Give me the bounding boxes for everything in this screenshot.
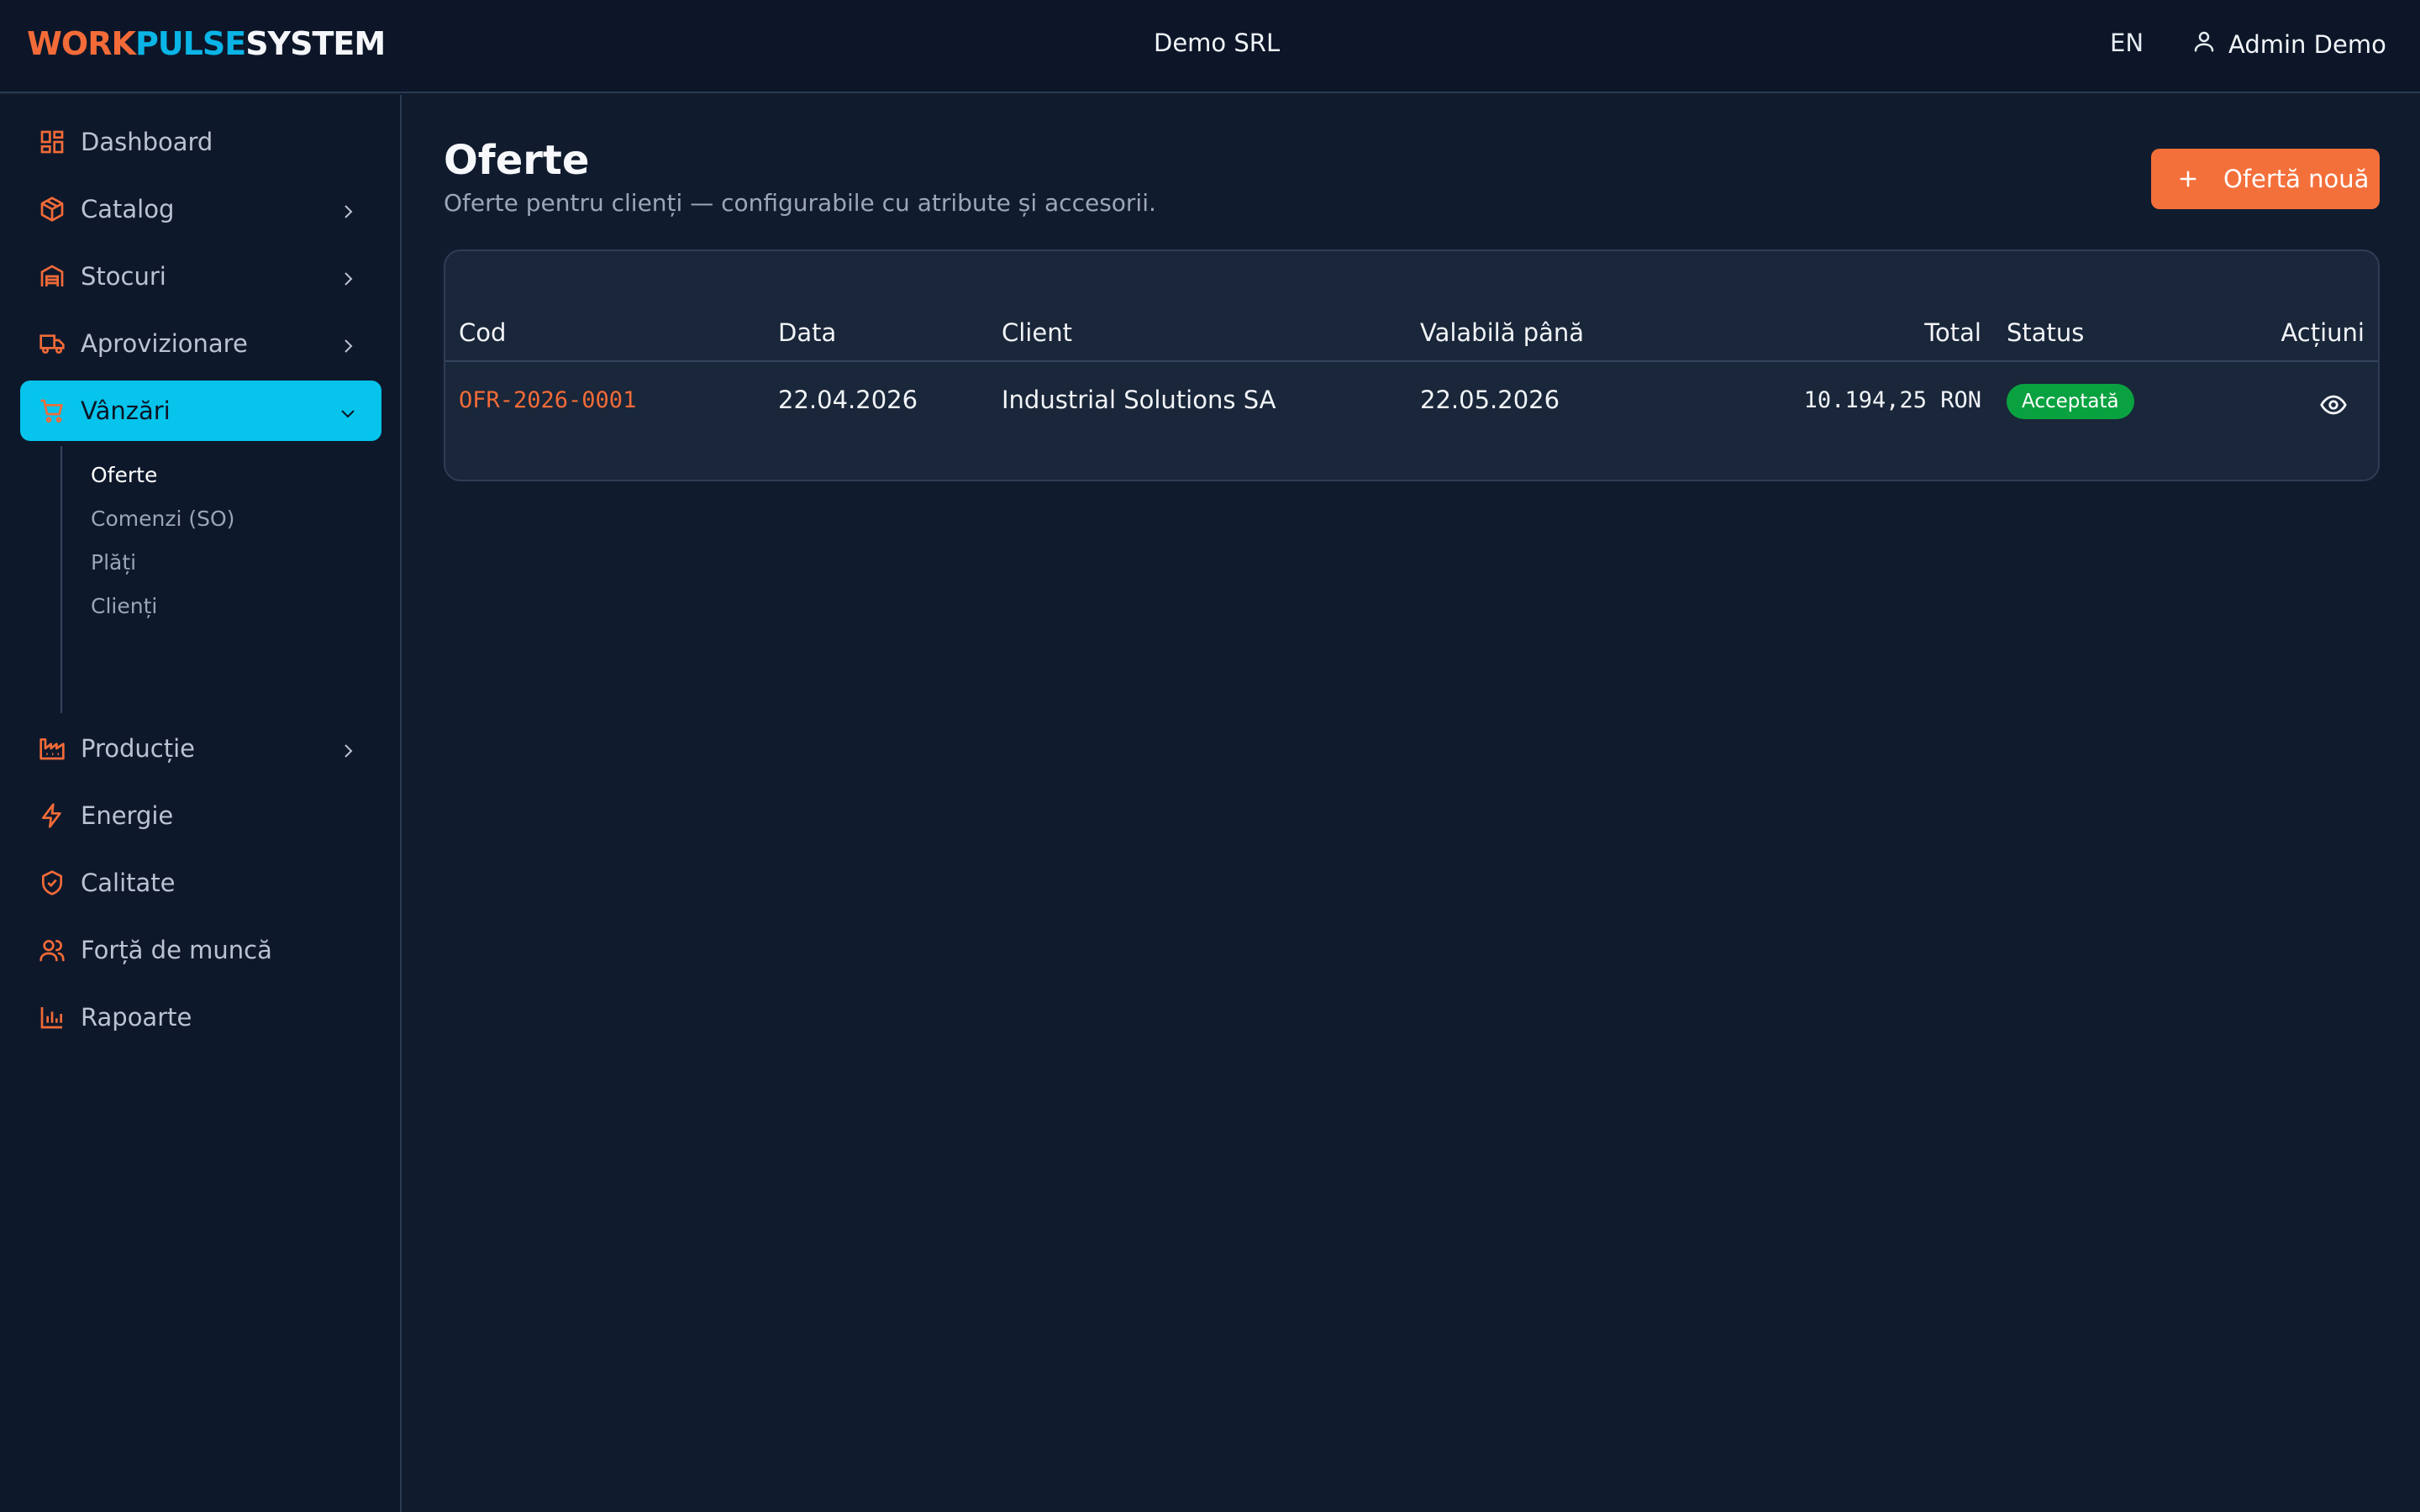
- sidebar: Dashboard Catalog Stocuri Aprovizionare: [0, 95, 402, 1512]
- warehouse-icon: [39, 263, 66, 290]
- company-name: Demo SRL: [1154, 29, 1281, 57]
- sidebar-item-label: Forță de muncă: [81, 936, 272, 964]
- sidebar-item-label: Stocuri: [81, 262, 166, 291]
- app-logo[interactable]: WORKPULSESYSTEM: [27, 25, 386, 62]
- sidebar-item-label: Producție: [81, 734, 196, 763]
- chevron-right-icon: [338, 333, 358, 354]
- column-header-code[interactable]: Cod: [459, 318, 506, 347]
- sidebar-item-calitate[interactable]: Calitate: [20, 853, 381, 913]
- sidebar-item-label: Rapoarte: [81, 1003, 192, 1032]
- sidebar-item-catalog[interactable]: Catalog: [20, 179, 381, 239]
- plus-icon: [2176, 167, 2200, 191]
- sidebar-item-label: Catalog: [81, 195, 175, 223]
- column-header-valid-until[interactable]: Valabilă până: [1420, 318, 1584, 347]
- user-name: Admin Demo: [2228, 29, 2386, 59]
- sidebar-item-stocuri[interactable]: Stocuri: [20, 246, 381, 307]
- submenu-item-clienti[interactable]: Clienți: [91, 594, 157, 618]
- sidebar-item-label: Vânzări: [81, 396, 171, 425]
- submenu-item-plati[interactable]: Plăți: [91, 550, 136, 575]
- status-badge: Acceptată: [2007, 384, 2134, 419]
- truck-icon: [39, 330, 66, 357]
- users-icon: [39, 937, 66, 963]
- sidebar-item-label: Calitate: [81, 869, 176, 897]
- eye-icon: [2319, 395, 2348, 423]
- column-header-status[interactable]: Status: [2007, 318, 2084, 347]
- column-header-actions: Acțiuni: [2281, 318, 2365, 347]
- page-title: Oferte: [444, 137, 590, 184]
- sidebar-item-label: Dashboard: [81, 128, 213, 156]
- sidebar-item-label: Energie: [81, 801, 174, 830]
- offer-client: Industrial Solutions SA: [1002, 386, 1276, 414]
- user-icon: [2191, 29, 2217, 60]
- chevron-right-icon: [338, 199, 358, 219]
- lightning-icon: [39, 802, 66, 829]
- language-switcher[interactable]: EN: [2110, 29, 2144, 57]
- column-header-date[interactable]: Data: [778, 318, 836, 347]
- new-offer-label: Ofertă nouă: [2223, 165, 2370, 193]
- offer-code-link[interactable]: OFR-2026-0001: [459, 387, 636, 413]
- chevron-right-icon: [338, 738, 358, 759]
- sidebar-item-vanzari[interactable]: Vânzări: [20, 381, 381, 441]
- offers-table: Cod Data Client Valabilă până Total Stat…: [444, 249, 2380, 481]
- factory-icon: [39, 735, 66, 762]
- sidebar-item-productie[interactable]: Producție: [20, 718, 381, 779]
- page-subtitle: Oferte pentru clienți — configurabile cu…: [444, 189, 1156, 217]
- sidebar-item-rapoarte[interactable]: Rapoarte: [20, 987, 381, 1047]
- user-menu[interactable]: Admin Demo: [2191, 29, 2386, 60]
- new-offer-button[interactable]: Ofertă nouă: [2151, 149, 2380, 209]
- offer-total: 10.194,25 RON: [1803, 387, 1981, 413]
- offer-date: 22.04.2026: [778, 386, 918, 414]
- dashboard-icon: [39, 129, 66, 155]
- chevron-right-icon: [338, 266, 358, 286]
- sidebar-item-aprovizionare[interactable]: Aprovizionare: [20, 313, 381, 374]
- cart-icon: [39, 397, 66, 424]
- bar-chart-icon: [39, 1004, 66, 1031]
- submenu-item-oferte[interactable]: Oferte: [91, 463, 157, 487]
- column-header-client[interactable]: Client: [1002, 318, 1072, 347]
- chevron-down-icon: [338, 401, 358, 421]
- sidebar-item-label: Aprovizionare: [81, 329, 248, 358]
- box-icon: [39, 196, 66, 223]
- shield-check-icon: [39, 869, 66, 896]
- top-bar: WORKPULSESYSTEM Demo SRL EN Admin Demo: [0, 0, 2420, 93]
- sales-submenu: Oferte Comenzi (SO) Plăți Clienți: [60, 446, 313, 713]
- main-content: Oferte Oferte pentru clienți — configura…: [403, 95, 2420, 1512]
- header-divider: [445, 360, 2378, 362]
- submenu-item-comenzi[interactable]: Comenzi (SO): [91, 507, 234, 531]
- sidebar-item-dashboard[interactable]: Dashboard: [20, 112, 381, 172]
- sidebar-item-energie[interactable]: Energie: [20, 785, 381, 846]
- offer-valid-until: 22.05.2026: [1420, 386, 1560, 414]
- sidebar-item-forta-de-munca[interactable]: Forță de muncă: [20, 920, 381, 980]
- view-offer-button[interactable]: [2319, 391, 2348, 419]
- column-header-total[interactable]: Total: [1924, 318, 1981, 347]
